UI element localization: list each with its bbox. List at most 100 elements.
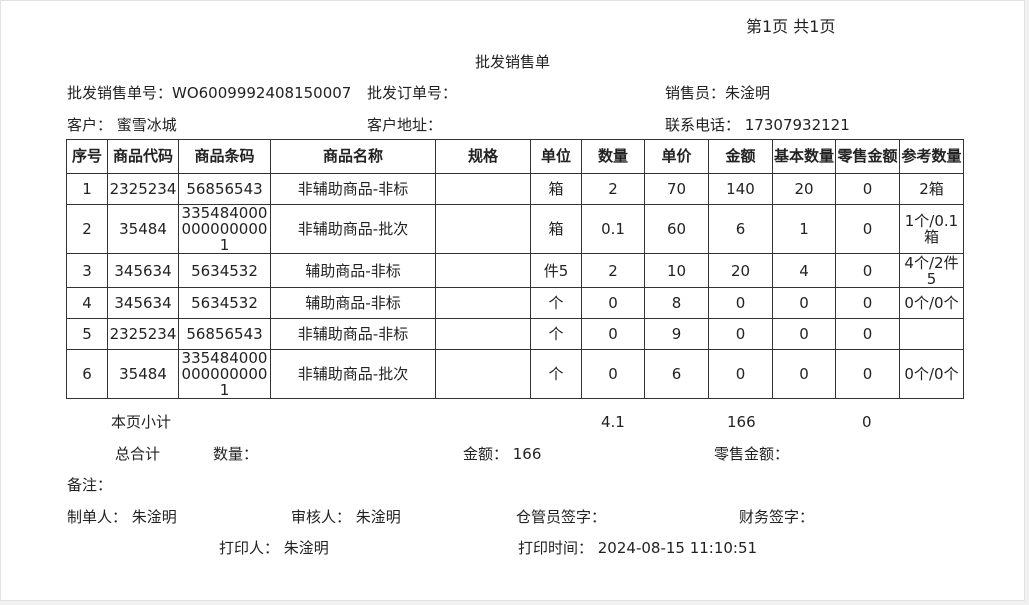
cell-seq: 1: [66, 173, 108, 205]
cell-seq: 2: [66, 204, 108, 254]
salesperson: 销售员：朱淦明: [665, 84, 771, 102]
total-qty: 数量：: [213, 445, 259, 463]
header-name: 商品名称: [270, 139, 436, 174]
subtotal-label: 本页小计: [111, 413, 172, 431]
cell-price: 60: [644, 204, 709, 254]
cell-code: 345634: [107, 253, 179, 288]
printer-name: 打印人： 朱淦明: [219, 539, 329, 557]
finance-signature: 财务签字：: [739, 508, 815, 526]
cell-qty: 2: [581, 253, 645, 288]
cell-amount: 20: [708, 253, 773, 288]
cell-barcode: 3354840000000000001: [178, 204, 271, 254]
customer-address: 客户地址：: [367, 116, 443, 134]
cell-base-qty: 20: [772, 173, 836, 205]
subtotal-amount: 166: [727, 413, 756, 431]
cell-qty: 0: [581, 287, 645, 319]
cell-price: 6: [644, 349, 709, 399]
cell-ref-qty: 2箱: [899, 173, 964, 205]
cell-qty: 0: [581, 318, 645, 350]
table-header-row: 序号 商品代码 商品条码 商品名称 规格 单位 数量 单价 金额 基本数量 零售…: [66, 139, 964, 174]
cell-seq: 3: [66, 253, 108, 288]
cell-barcode: 5634532: [178, 287, 271, 319]
cell-code: 35484: [107, 349, 179, 399]
cell-qty: 0: [581, 349, 645, 399]
header-price: 单价: [644, 139, 709, 174]
page-indicator: 第1页 共1页: [746, 17, 836, 36]
cell-name: 非辅助商品-非标: [270, 173, 436, 205]
cell-seq: 6: [66, 349, 108, 399]
cell-retail-amount: 0: [835, 173, 900, 205]
cell-unit: 件5: [530, 253, 582, 288]
cell-code: 345634: [107, 287, 179, 319]
table-row: 3 345634 5634532 辅助商品-非标 件5 2 10 20 4 0 …: [66, 253, 964, 288]
cell-spec: [435, 173, 531, 205]
table-row: 2 35484 3354840000000000001 非辅助商品-批次 箱 0…: [66, 204, 964, 254]
wholesale-order-number: 批发订单号：: [367, 84, 458, 102]
subtotal-retail: 0: [862, 413, 872, 431]
cell-spec: [435, 204, 531, 254]
maker-signature: 制单人： 朱淦明: [67, 508, 177, 526]
cell-spec: [435, 287, 531, 319]
cell-base-qty: 0: [772, 287, 836, 319]
cell-code: 2325234: [107, 173, 179, 205]
header-seq: 序号: [66, 139, 108, 174]
cell-amount: 0: [708, 318, 773, 350]
cell-price: 8: [644, 287, 709, 319]
remarks: 备注：: [67, 476, 113, 494]
cell-barcode: 5634532: [178, 253, 271, 288]
warehouse-signature: 仓管员签字：: [516, 508, 607, 526]
cell-unit: 箱: [530, 204, 582, 254]
cell-amount: 0: [708, 287, 773, 319]
cell-name: 辅助商品-非标: [270, 287, 436, 319]
cell-retail-amount: 0: [835, 253, 900, 288]
cell-ref-qty: 0个/0个: [899, 349, 964, 399]
print-preview-sheet: 第1页 共1页 批发销售单 批发销售单号：WO6009992408150007 …: [0, 0, 1025, 601]
cell-code: 35484: [107, 204, 179, 254]
contact-phone: 联系电话： 17307932121: [665, 116, 850, 134]
cell-base-qty: 4: [772, 253, 836, 288]
items-table: 序号 商品代码 商品条码 商品名称 规格 单位 数量 单价 金额 基本数量 零售…: [66, 139, 964, 399]
print-time: 打印时间： 2024-08-15 11:10:51: [518, 539, 758, 557]
cell-seq: 5: [66, 318, 108, 350]
table-row: 5 2325234 56856543 非辅助商品-非标 个 0 9 0 0 0: [66, 318, 964, 350]
cell-barcode: 3354840000000000001: [178, 349, 271, 399]
cell-name: 辅助商品-非标: [270, 253, 436, 288]
cell-base-qty: 0: [772, 349, 836, 399]
order-number: 批发销售单号：WO6009992408150007: [67, 84, 352, 102]
cell-amount: 0: [708, 349, 773, 399]
header-qty: 数量: [581, 139, 645, 174]
cell-ref-qty: 4个/2件5: [899, 253, 964, 288]
cell-ref-qty: [899, 318, 964, 350]
cell-barcode: 56856543: [178, 173, 271, 205]
cell-seq: 4: [66, 287, 108, 319]
cell-base-qty: 1: [772, 204, 836, 254]
cell-qty: 0.1: [581, 204, 645, 254]
cell-unit: 箱: [530, 173, 582, 205]
cell-retail-amount: 0: [835, 287, 900, 319]
table-row: 1 2325234 56856543 非辅助商品-非标 箱 2 70 140 2…: [66, 173, 964, 205]
customer: 客户： 蜜雪冰城: [67, 116, 177, 134]
header-ref-qty: 参考数量: [899, 139, 964, 174]
cell-barcode: 56856543: [178, 318, 271, 350]
cell-retail-amount: 0: [835, 204, 900, 254]
table-row: 6 35484 3354840000000000001 非辅助商品-批次 个 0…: [66, 349, 964, 399]
cell-amount: 6: [708, 204, 773, 254]
cell-name: 非辅助商品-批次: [270, 204, 436, 254]
total-label: 总合计: [115, 445, 161, 463]
cell-ref-qty: 0个/0个: [899, 287, 964, 319]
cell-retail-amount: 0: [835, 349, 900, 399]
total-retail-amount: 零售金额：: [714, 445, 790, 463]
cell-unit: 个: [530, 287, 582, 319]
cell-unit: 个: [530, 318, 582, 350]
cell-price: 9: [644, 318, 709, 350]
cell-name: 非辅助商品-批次: [270, 349, 436, 399]
document-title: 批发销售单: [475, 53, 551, 71]
header-unit: 单位: [530, 139, 582, 174]
cell-retail-amount: 0: [835, 318, 900, 350]
cell-base-qty: 0: [772, 318, 836, 350]
cell-unit: 个: [530, 349, 582, 399]
cell-code: 2325234: [107, 318, 179, 350]
header-spec: 规格: [435, 139, 531, 174]
reviewer-signature: 审核人： 朱淦明: [291, 508, 401, 526]
header-amount: 金额: [708, 139, 773, 174]
